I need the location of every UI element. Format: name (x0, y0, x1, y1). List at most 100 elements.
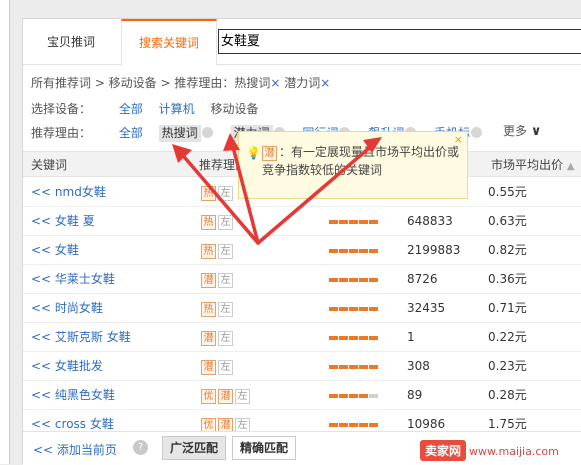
add-keyword-link[interactable]: << nmd女鞋 (31, 178, 106, 207)
bar-segment (329, 423, 338, 427)
device-computer[interactable]: 计算机 (159, 102, 195, 116)
reason-hot[interactable]: 热搜词 (158, 125, 201, 142)
bar-segment (369, 278, 378, 282)
remove-hot-filter-icon[interactable]: × (270, 76, 280, 90)
tab-bar: 宝贝推词 搜索关键词 女鞋夏 (23, 19, 581, 66)
bar-segment (339, 278, 348, 282)
bar-segment (349, 249, 358, 253)
reason-badge: 左 (218, 360, 233, 375)
add-keyword-link[interactable]: << 女鞋 (31, 236, 79, 265)
competition-bar (329, 249, 379, 253)
reason-tooltip: × 💡 潜：有一定展现量且市场平均出价或竞争指数较低的关键词 (238, 131, 468, 199)
broad-match-button[interactable]: 广泛匹配 (162, 436, 227, 460)
reason-badge: 左 (218, 244, 233, 259)
reason-badge: 热 (201, 302, 216, 317)
search-volume: 8726 (407, 272, 438, 286)
bar-segment (369, 307, 378, 311)
device-all[interactable]: 全部 (119, 102, 143, 116)
breadcrumb-prefix: 所有推荐词 > 移动设备 > 推荐理由：热搜词 (31, 76, 271, 90)
exact-match-button[interactable]: 精确匹配 (232, 436, 297, 460)
bar-segment (329, 365, 338, 369)
add-keyword-link[interactable]: << 华莱士女鞋 (31, 265, 115, 294)
header-price-label: 市场平均出价 (491, 158, 564, 172)
reason-badges: 潜左 (201, 330, 235, 346)
bar-segment (329, 307, 338, 311)
market-price: 0.28元 (488, 388, 527, 402)
market-price: 0.22元 (488, 330, 527, 344)
tab-search-keywords[interactable]: 搜索关键词 (121, 19, 217, 66)
bar-segment (359, 307, 368, 311)
reason-badge: 热 (201, 244, 216, 259)
bar-segment (339, 249, 348, 253)
reason-badge: 潜 (201, 331, 216, 346)
reason-badge: 左 (218, 302, 233, 317)
search-volume: 1 (407, 330, 415, 344)
remove-potential-filter-icon[interactable]: × (320, 76, 330, 90)
reason-badge: 左 (218, 215, 233, 230)
lightbulb-icon: 💡 (246, 146, 261, 160)
bar-segment (349, 336, 358, 340)
reason-filter-label: 推荐理由： (31, 126, 92, 140)
device-filter-label: 选择设备： (31, 102, 92, 116)
search-volume: 308 (407, 359, 430, 373)
add-keyword-link[interactable]: << 艾斯克斯 女鞋 (31, 323, 131, 352)
bar-segment (349, 394, 358, 398)
search-volume: 2199883 (407, 243, 461, 257)
competition-bar (329, 394, 379, 398)
bar-segment (339, 307, 348, 311)
market-price: 0.23元 (488, 359, 527, 373)
table-row: << 女鞋 夏 热左 648833 0.63元 (23, 207, 581, 236)
search-input[interactable]: 女鞋夏 (218, 29, 581, 54)
bar-segment (329, 249, 338, 253)
bar-segment (329, 220, 338, 224)
reason-badges: 热左 (201, 243, 235, 259)
header-keyword[interactable]: 关键词 (31, 152, 67, 178)
bar-segment (359, 249, 368, 253)
market-price: 0.55元 (488, 185, 527, 199)
search-volume: 89 (407, 388, 423, 402)
bar-segment (359, 365, 368, 369)
bar-segment (349, 220, 358, 224)
add-keyword-link[interactable]: << 纯黑色女鞋 (31, 381, 115, 410)
table-row: << 女鞋 热左 2199883 0.82元 (23, 236, 581, 265)
bar-segment (339, 365, 348, 369)
bar-segment (329, 278, 338, 282)
bar-segment (359, 278, 368, 282)
reason-badge: 优 (201, 389, 216, 404)
add-keyword-link[interactable]: << 时尚女鞋 (31, 294, 103, 323)
help-icon[interactable]: ? (133, 440, 148, 455)
add-keyword-link[interactable]: << 女鞋 夏 (31, 207, 95, 236)
bar-segment (349, 278, 358, 282)
tab-item-recommend[interactable]: 宝贝推词 (23, 19, 119, 65)
bar-segment (329, 336, 338, 340)
table-row: << 华莱士女鞋 潜左 8726 0.36元 (23, 265, 581, 294)
bar-segment (359, 394, 368, 398)
help-icon[interactable] (201, 127, 213, 138)
sort-up-icon: ▲ (566, 161, 575, 172)
device-mobile[interactable]: 移动设备 (211, 102, 259, 116)
help-icon[interactable] (471, 127, 483, 138)
bar-segment (369, 249, 378, 253)
bar-segment (369, 394, 378, 398)
more-label: 更多 (503, 124, 528, 138)
bar-segment (359, 423, 368, 427)
competition-bar (329, 220, 379, 224)
reason-badge: 左 (218, 273, 233, 288)
reason-badge: 左 (218, 331, 233, 346)
header-price[interactable]: 市场平均出价 ▲ (491, 152, 575, 180)
breadcrumb-mid: 潜力词 (284, 76, 321, 90)
reason-badge: 左 (218, 186, 233, 201)
reason-badge: 左 (235, 389, 250, 404)
reason-all[interactable]: 全部 (119, 126, 143, 140)
bar-segment (329, 394, 338, 398)
breadcrumb: 所有推荐词 > 移动设备 > 推荐理由：热搜词× 潜力词× (31, 74, 330, 91)
more-filters-button[interactable]: 更多 ∨ (503, 122, 541, 139)
market-price: 0.71元 (488, 301, 527, 315)
bar-segment (349, 423, 358, 427)
reason-badges: 热左 (201, 214, 235, 230)
add-current-page-button[interactable]: << 添加当前页 (33, 441, 117, 458)
table-row: << 时尚女鞋 热左 32435 0.71元 (23, 294, 581, 323)
add-keyword-link[interactable]: << 女鞋批发 (31, 352, 103, 381)
reason-badge: 热 (201, 186, 216, 201)
market-price: 0.36元 (488, 272, 527, 286)
